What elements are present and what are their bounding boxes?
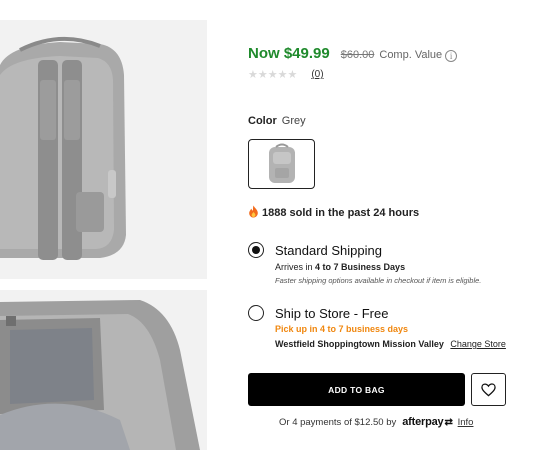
info-icon[interactable]: i	[445, 50, 458, 62]
comp-value-label: Comp. Value	[379, 49, 443, 61]
price-row: Now $49.99 $60.00 Comp. Value i	[248, 45, 458, 62]
afterpay-installments-text: Or 4 payments of $12.50 by	[279, 416, 397, 428]
sold-count-text: 1888 sold in the past 24 hours	[262, 207, 420, 219]
fire-icon	[248, 205, 259, 221]
sold-count: 1888 sold in the past 24 hours	[248, 205, 419, 221]
rating-stars-icon: ★★★★★	[248, 69, 298, 81]
store-name: Westfield Shoppingtown Mission Valley	[275, 339, 444, 349]
color-selector-label: Color Grey	[248, 115, 306, 127]
afterpay-logo: afterpay⇄	[402, 416, 453, 428]
color-label: Color	[248, 115, 277, 127]
product-image-main[interactable]	[0, 20, 207, 279]
review-count-link[interactable]: (0)	[311, 69, 323, 80]
heart-icon	[481, 382, 496, 396]
standard-shipping-radio[interactable]	[248, 242, 264, 258]
backpack-thumbnail-icon	[268, 143, 295, 183]
rating-row: ★★★★★ (0)	[248, 68, 324, 81]
color-value: Grey	[281, 115, 306, 127]
store-location: Westfield Shoppingtown Mission Valley Ch…	[275, 339, 506, 349]
standard-shipping-title[interactable]: Standard Shipping	[275, 243, 382, 258]
ship-to-store-title[interactable]: Ship to Store - Free	[275, 306, 388, 321]
standard-shipping-arrival: Arrives in 4 to 7 Business Days	[275, 262, 405, 272]
arrives-days: 4 to 7 Business Days	[315, 262, 406, 272]
product-image-interior[interactable]	[0, 290, 207, 450]
add-to-bag-button[interactable]: ADD TO BAG	[248, 373, 465, 406]
pickup-timeframe: Pick up in 4 to 7 business days	[275, 324, 409, 334]
original-price: $60.00	[340, 49, 375, 61]
backpack-interior-illustration	[0, 290, 207, 450]
afterpay-row: Or 4 payments of $12.50 by afterpay⇄ Inf…	[279, 416, 473, 428]
favorite-button[interactable]	[471, 373, 506, 406]
afterpay-arrows-icon: ⇄	[444, 417, 453, 428]
faster-shipping-note: Faster shipping options available in che…	[275, 276, 482, 285]
arrives-prefix: Arrives in	[275, 262, 313, 272]
afterpay-info-link[interactable]: Info	[458, 417, 474, 428]
backpack-back-illustration	[0, 20, 207, 279]
color-swatch-grey[interactable]	[248, 139, 315, 189]
afterpay-brand: afterpay	[402, 416, 444, 428]
ship-to-store-radio[interactable]	[248, 305, 264, 321]
change-store-link[interactable]: Change Store	[450, 339, 506, 349]
sale-price: Now $49.99	[248, 45, 330, 62]
